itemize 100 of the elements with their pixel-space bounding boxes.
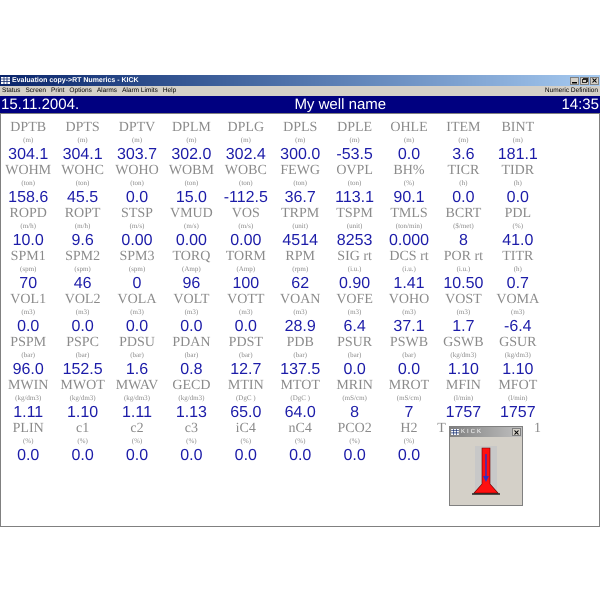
- parameter-label: MTOT: [280, 379, 320, 393]
- value-text: 12.7: [230, 361, 262, 378]
- close-button[interactable]: [590, 76, 599, 84]
- restore-button[interactable]: [580, 76, 589, 84]
- parameter-label: MROT: [388, 379, 430, 393]
- value-text: 96: [182, 275, 200, 292]
- parameter-label: VOMA: [496, 293, 540, 307]
- app-icon: [1, 77, 10, 84]
- parameter-label: PDL: [504, 207, 532, 221]
- parameter-label: c2: [130, 422, 144, 436]
- value-text: 0.0: [126, 318, 148, 335]
- parameter-label: STSP: [121, 207, 153, 221]
- parameter-label: TIDR: [501, 164, 534, 178]
- value-text: 113.1: [335, 189, 374, 206]
- parameter-label: MFIN: [446, 379, 481, 393]
- value-text: 0.0: [452, 189, 475, 206]
- app-icon: [451, 429, 459, 435]
- value-text: 0.0: [17, 318, 40, 335]
- parameter-label: PCO2: [337, 422, 372, 436]
- parameter-label: WOHO: [115, 164, 159, 178]
- parameter-label: VOST: [445, 293, 482, 307]
- value-text: 96.0: [12, 361, 44, 378]
- parameter-label: WOBC: [224, 164, 267, 178]
- parameter-label: T: [437, 422, 446, 436]
- parameter-label: SPM2: [65, 250, 100, 264]
- value-text: -6.4: [504, 318, 532, 335]
- parameter-label: PSPC: [66, 336, 99, 350]
- parameter-label: TORM: [226, 250, 266, 264]
- value-text: 137.5: [280, 361, 320, 378]
- value-text: 303.7: [116, 146, 158, 163]
- value-text: 0.8: [180, 361, 203, 378]
- value-text: 0.0: [289, 447, 312, 464]
- parameter-label: MRIN: [336, 379, 373, 393]
- value-text: 0.90: [339, 275, 370, 292]
- value-text: 8253: [336, 232, 372, 249]
- parameter-label: DPTV: [118, 121, 156, 135]
- parameter-label: BH%: [393, 164, 425, 178]
- value-text: 0.0: [180, 447, 203, 464]
- value-text: 1.7: [452, 318, 475, 335]
- parameter-label: ROPT: [64, 207, 100, 221]
- parameter-label: VOLA: [118, 293, 156, 307]
- parameter-label: SPM3: [119, 250, 154, 264]
- parameter-label: TICR: [447, 164, 480, 178]
- parameter-label: TORQ: [172, 250, 210, 264]
- value-text: 0.0: [126, 447, 148, 464]
- close-button[interactable]: [512, 428, 521, 436]
- value-text: 10.0: [12, 232, 44, 249]
- value-text: 0.0: [71, 318, 94, 335]
- value-text: 7: [404, 404, 414, 421]
- parameter-label: VOFE: [336, 293, 373, 307]
- parameter-label: MWAV: [116, 379, 158, 393]
- parameter-label: VOS: [232, 207, 260, 221]
- parameter-label: GSWB: [443, 336, 484, 350]
- parameter-label: VMUD: [170, 207, 213, 221]
- value-text: 0.0: [17, 447, 40, 464]
- parameter-label: c3: [184, 422, 198, 436]
- minimize-icon: [572, 80, 577, 84]
- parameter-label: PSWB: [390, 336, 428, 350]
- parameter-label: BCRT: [446, 207, 482, 221]
- parameter-label: PSPM: [10, 336, 46, 350]
- value-text: 37.1: [393, 318, 425, 335]
- value-text: 1757: [500, 404, 536, 421]
- parameter-label: TITR: [502, 250, 534, 264]
- parameter-label: PDSU: [119, 336, 155, 350]
- parameter-label: TRPM: [281, 207, 320, 221]
- minimize-button[interactable]: [570, 76, 579, 84]
- parameter-label: DCS rt: [389, 250, 429, 264]
- value-text: 0.00: [121, 232, 153, 249]
- value-text: 90.1: [393, 189, 425, 206]
- value-text: 0.00: [230, 232, 262, 249]
- value-text: 0.00: [176, 232, 207, 249]
- parameter-label: VOHO: [388, 293, 430, 307]
- value-text: 1757: [446, 404, 482, 421]
- value-text: 45.5: [67, 189, 98, 206]
- parameter-label: VOTT: [227, 293, 264, 307]
- parameter-label: PSUR: [337, 336, 372, 350]
- parameter-label: DPLS: [283, 121, 318, 135]
- date-text: 15.11.2004.: [1, 97, 80, 112]
- parameter-label: DPLG: [228, 121, 264, 135]
- value-text: 1.10: [502, 361, 534, 378]
- value-text: 0.0: [343, 361, 366, 378]
- value-text: 152.5: [62, 361, 103, 378]
- value-text: 62: [291, 275, 310, 292]
- value-text: 1.11: [13, 404, 44, 421]
- value-text: 1.10: [67, 404, 98, 421]
- value-text: 1.41: [393, 275, 425, 292]
- parameter-label: nC4: [288, 422, 312, 436]
- value-text: 1.13: [176, 404, 207, 421]
- parameter-label: TSPM: [336, 207, 373, 221]
- parameter-label: BINT: [501, 121, 534, 135]
- value-text: 1.11: [122, 404, 152, 421]
- value-text: -53.5: [336, 146, 373, 163]
- parameter-label: MWIN: [8, 379, 48, 393]
- parameter-label: DPLE: [337, 121, 372, 135]
- value-text: 9.6: [71, 232, 94, 249]
- value-text: 0.0: [126, 189, 148, 206]
- value-text: 1.10: [448, 361, 479, 378]
- value-text: 1.6: [126, 361, 148, 378]
- parameter-label: PLIN: [12, 422, 44, 436]
- parameter-label: SPM1: [10, 250, 46, 264]
